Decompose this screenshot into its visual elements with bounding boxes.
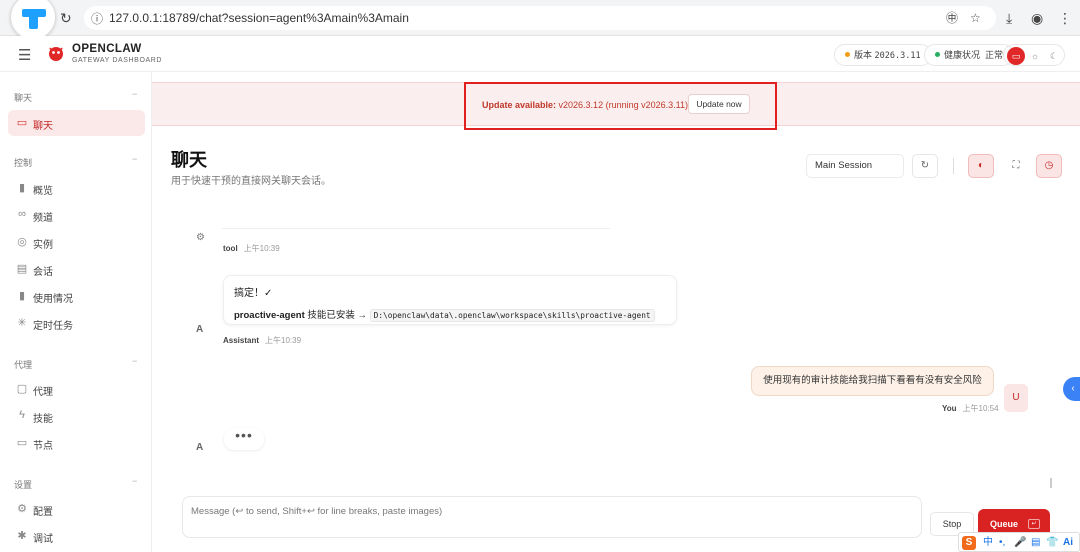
info-icon[interactable]: ⓘ <box>91 10 103 27</box>
side-panel-toggle-chevron-left-icon[interactable]: ‹ <box>1063 377 1080 401</box>
more-menu-icon[interactable]: ⋮ <box>1058 9 1072 27</box>
openclaw-logo-icon <box>49 47 63 61</box>
refresh-icon[interactable]: ↻ <box>912 154 938 178</box>
focus-mode-icon[interactable]: ⛶ <box>1003 154 1029 178</box>
section-title-agents: 代理 <box>14 360 33 370</box>
theme-switcher: ▭ ☼ ☾ <box>1003 44 1065 66</box>
toolbar-divider <box>953 158 954 174</box>
app-logo-icon <box>10 0 56 40</box>
collapse-chat-section[interactable]: − <box>132 89 137 99</box>
download-icon[interactable]: ⤓ <box>1006 9 1012 27</box>
section-title-settings: 设置 <box>14 480 33 490</box>
sidebar-item-instances[interactable]: ◎ 实例 <box>8 229 145 255</box>
ime-keyboard-icon[interactable]: ▤ <box>1031 536 1040 550</box>
reload-icon[interactable]: ↻ <box>60 9 72 27</box>
sidebar-item-cron[interactable]: ✳ 定时任务 <box>8 310 145 336</box>
sidebar-item-agents[interactable]: ▢ 代理 <box>8 376 145 402</box>
bar-chart-icon: ▮ <box>18 290 26 302</box>
zap-icon: ϟ <box>19 409 25 421</box>
user-message-meta: You 上午10:54 <box>942 404 999 413</box>
bug-icon: ✱ <box>17 530 27 542</box>
tool-message-meta: tool 上午10:39 <box>223 244 280 253</box>
chat-thread: ⚙ tool 上午10:39 搞定！✓ proactive-agent 技能已安装… <box>152 194 1057 494</box>
assistant-message-meta: Assistant 上午10:39 <box>223 336 302 345</box>
bar-chart-icon: ▮ <box>18 182 26 194</box>
message-input[interactable] <box>183 497 921 537</box>
bookmark-star-icon[interactable]: ☆ <box>970 9 981 27</box>
scrollbar[interactable] <box>1050 478 1052 488</box>
enter-key-icon: ↵ <box>1028 519 1040 529</box>
folder-icon: ▢ <box>16 383 28 395</box>
collapse-settings-section[interactable]: − <box>132 476 137 486</box>
collapse-control-section[interactable]: − <box>132 154 137 164</box>
tool-output-divider <box>222 228 610 229</box>
ime-toolbar: S 中 •, 🎤 ▤ 👕 Ai <box>958 532 1080 552</box>
brand-title: OPENCLAW <box>72 43 142 55</box>
theme-dark-moon-icon[interactable]: ☾ <box>1045 47 1063 65</box>
link-icon: ∞ <box>18 208 26 220</box>
assistant-message-bubble: 搞定！✓ proactive-agent 技能已安装 → D:\openclaw… <box>223 275 677 325</box>
brand-subtitle: GATEWAY DASHBOARD <box>72 57 163 64</box>
monitor-icon: ▭ <box>16 437 28 449</box>
page-title: 聊天 <box>171 150 207 170</box>
sidebar-item-sessions[interactable]: ▤ 会话 <box>8 256 145 282</box>
health-status-dot <box>935 52 940 57</box>
health-pill: 健康状况 正常 <box>924 44 1015 66</box>
browser-toolbar: ↻ ⓘ 127.0.0.1:18789/chat?session=agent%3… <box>0 0 1080 40</box>
sidebar-item-chat[interactable]: ▭ 聊天 <box>8 110 145 136</box>
sidebar-item-usage[interactable]: ▮ 使用情况 <box>8 283 145 309</box>
session-select[interactable]: Main Session <box>806 154 904 178</box>
collapse-agents-section[interactable]: − <box>132 356 137 366</box>
profile-icon[interactable]: ◉ <box>1031 9 1043 27</box>
section-title-control: 控制 <box>14 158 33 168</box>
menu-icon[interactable]: ☰ <box>18 46 31 64</box>
app-header: ☰ OPENCLAW GATEWAY DASHBOARD 版本 2026.3.1… <box>0 36 1080 72</box>
ime-ai-icon[interactable]: Ai <box>1063 536 1073 550</box>
version-pill: 版本 2026.3.11 <box>834 44 932 66</box>
annotation-highlight-box <box>464 82 777 130</box>
url-text: 127.0.0.1:18789/chat?session=agent%3Amai… <box>109 11 409 25</box>
ime-punctuation-icon[interactable]: •, <box>999 536 1005 550</box>
loader-icon: ✳ <box>17 317 27 329</box>
skill-path-code: D:\openclaw\data\.openclaw\workspace\ski… <box>369 309 655 322</box>
sidebar-item-config[interactable]: ⚙ 配置 <box>8 496 145 522</box>
user-avatar: U <box>1004 384 1028 412</box>
brain-toggle-icon[interactable]: ◐ <box>968 154 994 178</box>
theme-light-sun-icon[interactable]: ☼ <box>1026 47 1044 65</box>
ime-lang-toggle[interactable]: 中 <box>983 536 993 550</box>
theme-system-monitor-icon[interactable]: ▭ <box>1007 47 1025 65</box>
translate-icon[interactable]: ㊥ <box>946 9 958 27</box>
sidebar-item-overview[interactable]: ▮ 概览 <box>8 175 145 201</box>
ime-microphone-icon[interactable]: 🎤 <box>1014 536 1026 550</box>
section-title-chat: 聊天 <box>14 93 33 103</box>
tool-gear-icon: ⚙ <box>196 232 205 243</box>
typing-indicator: ••• <box>224 428 264 450</box>
radio-icon: ◎ <box>17 236 27 248</box>
sidebar-item-nodes[interactable]: ▭ 节点 <box>8 430 145 456</box>
version-status-dot <box>845 52 850 57</box>
assistant-avatar: A <box>196 324 204 335</box>
sogou-ime-logo-icon[interactable]: S <box>962 536 976 550</box>
message-composer[interactable] <box>182 496 922 538</box>
document-icon: ▤ <box>16 263 28 275</box>
page-subtitle: 用于快速干预的直接网关聊天会话。 <box>171 176 331 187</box>
user-message-bubble: 使用现有的审计技能给我扫描下看看有没有安全风险 <box>751 366 994 396</box>
main-content: Update available: v2026.3.12 (running v2… <box>152 72 1080 552</box>
assistant-avatar-typing: A <box>196 442 204 453</box>
clock-history-icon[interactable]: ◷ <box>1036 154 1062 178</box>
sidebar-item-debug[interactable]: ✱ 调试 <box>8 523 145 549</box>
address-bar[interactable]: ⓘ 127.0.0.1:18789/chat?session=agent%3Am… <box>84 6 996 30</box>
ime-skin-icon[interactable]: 👕 <box>1046 536 1058 550</box>
sidebar-item-skills[interactable]: ϟ 技能 <box>8 403 145 429</box>
sidebar-item-channels[interactable]: ∞ 频道 <box>8 202 145 228</box>
chat-icon: ▭ <box>16 117 28 129</box>
gear-icon: ⚙ <box>17 503 27 515</box>
sidebar: 聊天 − ▭ 聊天 控制 − ▮ 概览 ∞ 频道 ◎ 实例 ▤ 会话 ▮ 使用情… <box>0 72 152 552</box>
